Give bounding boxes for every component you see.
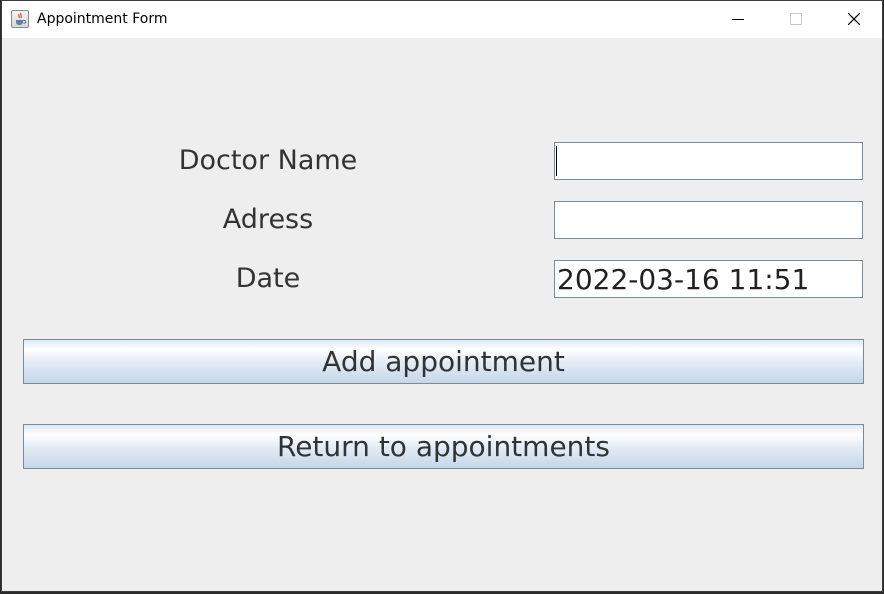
maximize-button[interactable] xyxy=(767,1,825,38)
close-icon xyxy=(848,13,860,25)
text-caret xyxy=(556,146,557,176)
date-label: Date xyxy=(235,263,301,294)
maximize-icon xyxy=(790,13,802,25)
doctor-name-field[interactable] xyxy=(554,142,863,180)
doctor-name-label: Doctor Name xyxy=(178,145,358,176)
adress-field[interactable] xyxy=(554,201,863,239)
window-title: Appointment Form xyxy=(37,11,168,27)
date-field[interactable] xyxy=(554,260,863,298)
return-to-appointments-button[interactable]: Return to appointments xyxy=(23,424,864,469)
minimize-button[interactable] xyxy=(709,1,767,38)
appointment-form-window: Appointment Form Doctor Name Adress Date… xyxy=(1,0,883,592)
adress-label: Adress xyxy=(222,204,314,235)
java-cup-icon xyxy=(11,10,29,28)
close-button[interactable] xyxy=(825,1,882,38)
minimize-icon xyxy=(732,19,744,20)
add-appointment-button[interactable]: Add appointment xyxy=(23,339,864,384)
title-bar[interactable]: Appointment Form xyxy=(2,1,882,38)
